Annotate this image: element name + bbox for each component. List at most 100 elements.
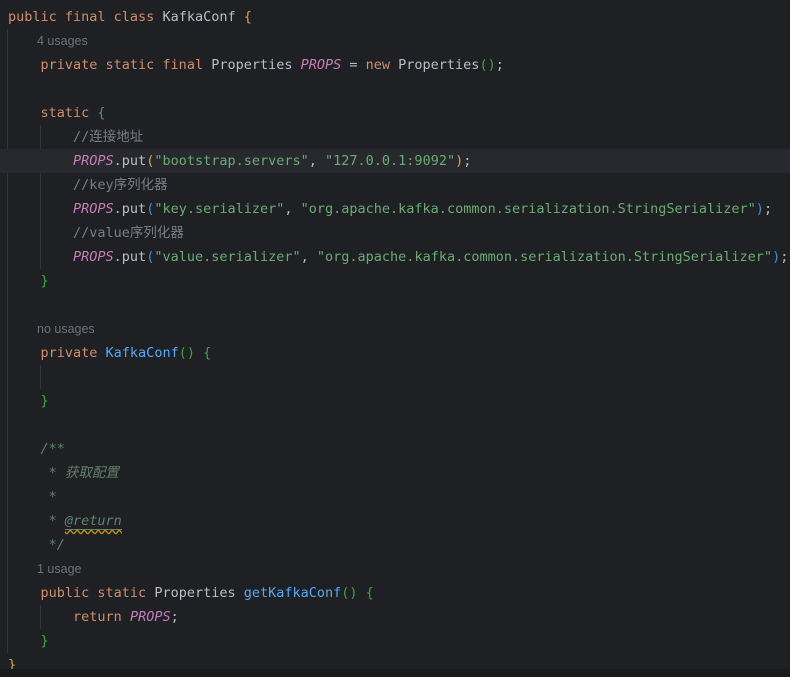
token-kw: public static	[41, 585, 155, 601]
token-def	[8, 153, 73, 169]
token-fld: PROPS	[301, 57, 342, 73]
token-fld: PROPS	[130, 609, 171, 625]
token-mth: getKafkaConf	[244, 585, 342, 601]
token-str: "org.apache.kafka.common.serialization.S…	[317, 249, 772, 265]
token-def: Properties	[154, 585, 243, 601]
usage-inlay-hint: 1 usage	[37, 562, 81, 576]
token-def	[8, 105, 41, 121]
token-def: ;	[463, 153, 471, 169]
code-line[interactable]: public final class KafkaConf {	[0, 5, 790, 29]
code-line[interactable]: static {	[0, 101, 790, 125]
token-def	[358, 585, 366, 601]
token-y: {	[244, 9, 252, 25]
token-g: ()	[341, 585, 357, 601]
token-def	[8, 57, 41, 73]
code-line[interactable]: return PROPS;	[0, 605, 790, 629]
token-def	[8, 609, 73, 625]
code-line[interactable]: //key序列化器	[0, 173, 790, 197]
token-def: Properties	[398, 57, 479, 73]
code-line[interactable]: /**	[0, 437, 790, 461]
token-def	[195, 345, 203, 361]
code-editor[interactable]: public final class KafkaConf {4 usages p…	[0, 0, 790, 677]
token-doc: /**	[8, 441, 65, 457]
inlay-hint-line[interactable]: no usages	[0, 317, 790, 341]
inlay-hint-line[interactable]: 4 usages	[0, 29, 790, 53]
token-def: =	[341, 57, 365, 73]
token-kw: new	[366, 57, 399, 73]
token-def	[8, 201, 73, 217]
token-doc: *	[8, 513, 65, 529]
token-str: "127.0.0.1:9092"	[325, 153, 455, 169]
token-kw: return	[73, 609, 130, 625]
token-def: ;	[496, 57, 504, 73]
token-def: .put	[114, 201, 147, 217]
inlay-hint-line[interactable]: 1 usage	[0, 557, 790, 581]
code-line[interactable]: }	[0, 629, 790, 653]
code-line[interactable]	[0, 413, 790, 437]
token-def	[8, 249, 73, 265]
token-def	[8, 273, 41, 289]
code-line[interactable]: PROPS.put("key.serializer", "org.apache.…	[0, 197, 790, 221]
token-g: }	[41, 273, 49, 289]
token-str: "value.serializer"	[154, 249, 300, 265]
token-str: "key.serializer"	[154, 201, 284, 217]
token-g: {	[97, 105, 105, 121]
token-kw: private	[41, 345, 106, 361]
token-str: "bootstrap.servers"	[154, 153, 308, 169]
token-kw: public final class	[8, 9, 162, 25]
token-def	[8, 633, 41, 649]
token-tag: @return	[65, 513, 122, 530]
token-def: ,	[309, 153, 325, 169]
token-doc: *	[8, 489, 57, 505]
token-def: .put	[114, 249, 147, 265]
code-line[interactable]: PROPS.put("bootstrap.servers", "127.0.0.…	[0, 149, 790, 173]
token-g: {	[366, 585, 374, 601]
code-line[interactable]	[0, 365, 790, 389]
token-def: Properties	[211, 57, 300, 73]
token-str: "org.apache.kafka.common.serialization.S…	[301, 201, 756, 217]
code-lines: public final class KafkaConf {4 usages p…	[0, 5, 790, 677]
token-com: //连接地址	[8, 129, 143, 145]
code-line[interactable]: PROPS.put("value.serializer", "org.apach…	[0, 245, 790, 269]
token-g: {	[203, 345, 211, 361]
code-line[interactable]: */	[0, 533, 790, 557]
token-mth: KafkaConf	[106, 345, 179, 361]
code-line[interactable]: }	[0, 269, 790, 293]
code-line[interactable]	[0, 77, 790, 101]
token-b: )	[756, 201, 764, 217]
code-line[interactable]: *	[0, 485, 790, 509]
token-def: ;	[780, 249, 788, 265]
token-g: }	[41, 633, 49, 649]
code-line[interactable]: private KafkaConf() {	[0, 341, 790, 365]
code-line[interactable]: }	[0, 389, 790, 413]
token-g: ()	[479, 57, 495, 73]
token-def	[8, 585, 41, 601]
token-def: .put	[114, 153, 147, 169]
token-doc: */	[8, 537, 65, 553]
token-g: }	[41, 393, 49, 409]
code-line[interactable]	[0, 293, 790, 317]
token-def: ;	[171, 609, 179, 625]
token-com: //value序列化器	[8, 225, 184, 241]
token-g: ()	[179, 345, 195, 361]
bottom-strip	[0, 669, 790, 677]
token-kw: private static final	[41, 57, 212, 73]
code-line[interactable]: * 获取配置	[0, 461, 790, 485]
code-line[interactable]: * @return	[0, 509, 790, 533]
usage-inlay-hint: no usages	[37, 322, 95, 336]
token-def: ,	[301, 249, 317, 265]
usage-inlay-hint: 4 usages	[37, 34, 88, 48]
token-def: KafkaConf	[162, 9, 243, 25]
token-com: //key序列化器	[8, 177, 168, 193]
token-doc: * 获取配置	[8, 465, 119, 481]
code-line[interactable]: //连接地址	[0, 125, 790, 149]
code-line[interactable]: //value序列化器	[0, 221, 790, 245]
code-line[interactable]: public static Properties getKafkaConf() …	[0, 581, 790, 605]
code-line[interactable]: private static final Properties PROPS = …	[0, 53, 790, 77]
token-def	[8, 345, 41, 361]
token-fld: PROPS	[73, 201, 114, 217]
token-fld: PROPS	[73, 249, 114, 265]
token-fld: PROPS	[73, 153, 114, 169]
token-kw: static	[41, 105, 98, 121]
token-def: ;	[764, 201, 772, 217]
